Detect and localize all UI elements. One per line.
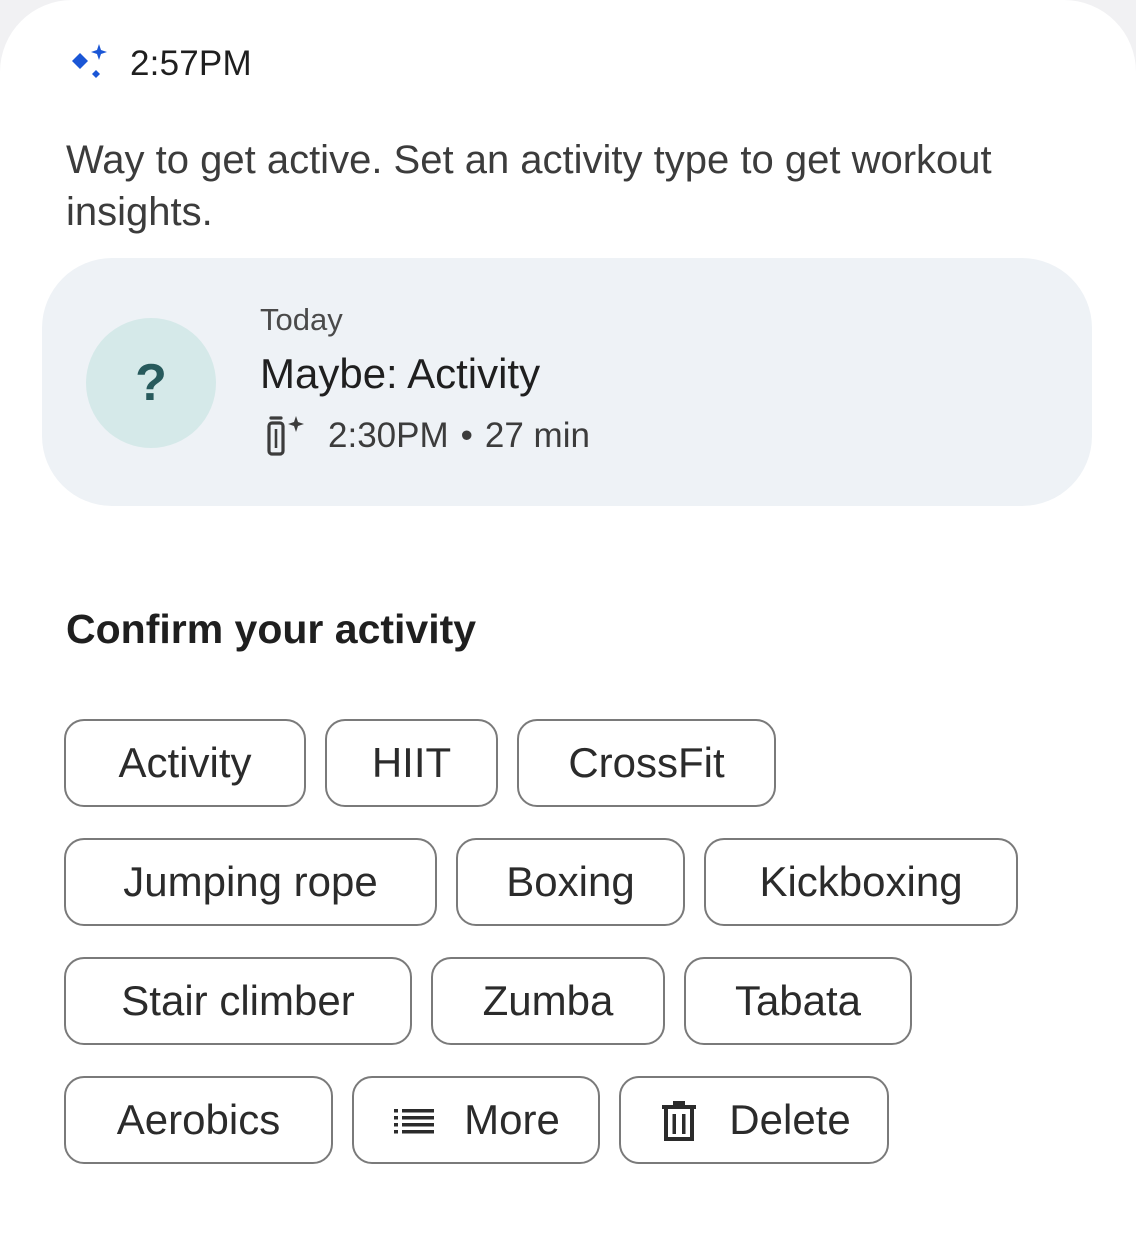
unknown-activity-avatar: ? <box>86 318 216 448</box>
chip-hiit[interactable]: HIIT <box>325 719 498 807</box>
chip-tabata[interactable]: Tabata <box>684 957 912 1045</box>
sparkle-icon <box>72 44 107 78</box>
chip-jumping-rope[interactable]: Jumping rope <box>64 838 437 926</box>
list-icon <box>394 1109 435 1134</box>
chip-aerobics[interactable]: Aerobics <box>64 1076 333 1164</box>
activity-title: Maybe: Activity <box>260 350 541 397</box>
activity-start-time: 2:30PM <box>328 416 449 455</box>
chip-crossfit[interactable]: CrossFit <box>517 719 776 807</box>
activity-duration: 27 min <box>484 416 590 455</box>
message-sheet: 2:57PM Way to get active. Set an activit… <box>0 0 1136 1240</box>
activity-card[interactable]: ? Today Maybe: Activity 2:30PM • 27 min <box>42 258 1092 506</box>
meta-separator: • <box>460 416 473 455</box>
confirm-activity-heading: Confirm your activity <box>66 606 477 652</box>
delete-button[interactable]: Delete <box>619 1076 889 1164</box>
delete-button-label: Delete <box>729 1096 851 1143</box>
chip-zumba[interactable]: Zumba <box>431 957 665 1045</box>
trash-icon <box>662 1101 697 1141</box>
message-timestamp: 2:57PM <box>130 44 252 83</box>
more-button-label: More <box>464 1096 560 1143</box>
chip-stair-climber[interactable]: Stair climber <box>64 957 412 1045</box>
fitbit-device-icon <box>267 416 304 456</box>
activity-meta: 2:30PM • 27 min <box>260 414 590 458</box>
chip-kickboxing[interactable]: Kickboxing <box>704 838 1018 926</box>
insight-message: Way to get active. Set an activity type … <box>66 138 992 234</box>
activity-day: Today <box>260 302 343 337</box>
chip-activity[interactable]: Activity <box>64 719 306 807</box>
message-header: 2:57PM <box>66 40 252 88</box>
chip-boxing[interactable]: Boxing <box>456 838 685 926</box>
more-button[interactable]: More <box>352 1076 600 1164</box>
